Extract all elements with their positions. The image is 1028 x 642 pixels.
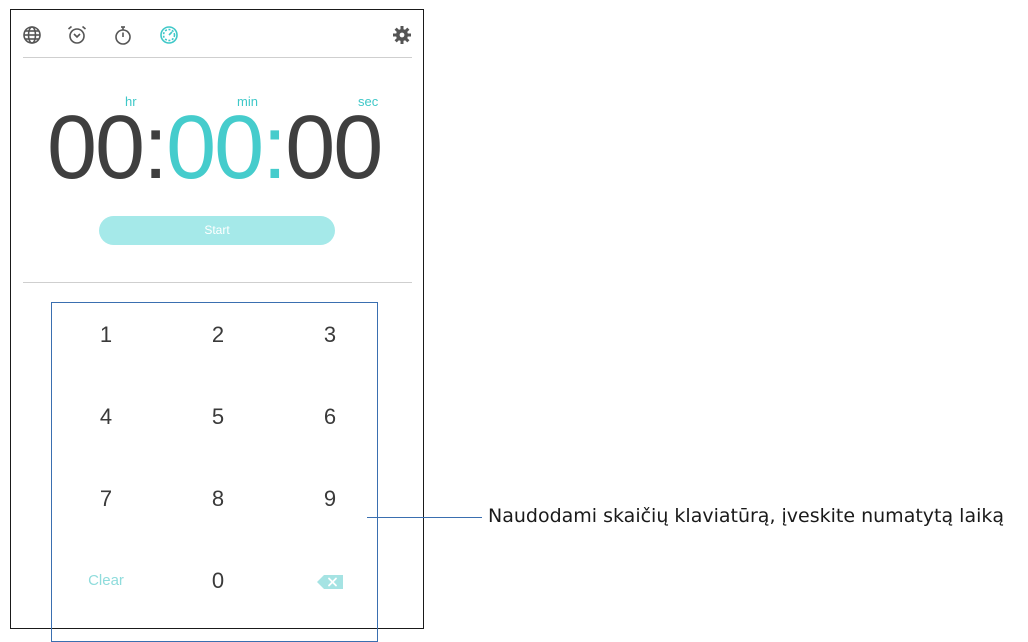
- globe-icon[interactable]: [21, 24, 43, 46]
- key-5[interactable]: 5: [178, 397, 258, 437]
- key-2[interactable]: 2: [178, 315, 258, 355]
- key-6[interactable]: 6: [290, 397, 370, 437]
- callout-caption: Naudodami skaičių klaviatūrą, įveskite n…: [488, 505, 1005, 527]
- time-separator: :: [262, 98, 287, 198]
- backspace-icon: [317, 575, 343, 590]
- timer-icon[interactable]: [158, 24, 180, 46]
- numeric-keypad: 1 2 3 4 5 6 7 8 9 Clear 0: [51, 302, 378, 642]
- key-3[interactable]: 3: [290, 315, 370, 355]
- stopwatch-icon[interactable]: [112, 24, 134, 46]
- backspace-button[interactable]: [290, 561, 370, 601]
- keypad-divider: [23, 282, 412, 283]
- seconds-value[interactable]: 00: [285, 98, 383, 198]
- hours-value[interactable]: 00: [47, 98, 145, 198]
- timer-display: 00:00:00: [47, 98, 383, 198]
- key-9[interactable]: 9: [290, 479, 370, 519]
- gear-icon[interactable]: [391, 24, 413, 46]
- key-4[interactable]: 4: [66, 397, 146, 437]
- top-tab-bar: [11, 10, 423, 58]
- top-divider: [23, 57, 412, 58]
- key-1[interactable]: 1: [66, 315, 146, 355]
- key-0[interactable]: 0: [178, 561, 258, 601]
- alarm-clock-icon[interactable]: [66, 24, 88, 46]
- time-separator: :: [143, 98, 168, 198]
- key-8[interactable]: 8: [178, 479, 258, 519]
- key-7[interactable]: 7: [66, 479, 146, 519]
- start-button[interactable]: Start: [99, 216, 335, 245]
- callout-line: [367, 517, 482, 518]
- phone-screen: hr min sec 00:00:00 Start 1 2 3 4 5 6 7 …: [10, 9, 424, 642]
- clear-button[interactable]: Clear: [66, 561, 146, 601]
- minutes-value[interactable]: 00: [166, 98, 264, 198]
